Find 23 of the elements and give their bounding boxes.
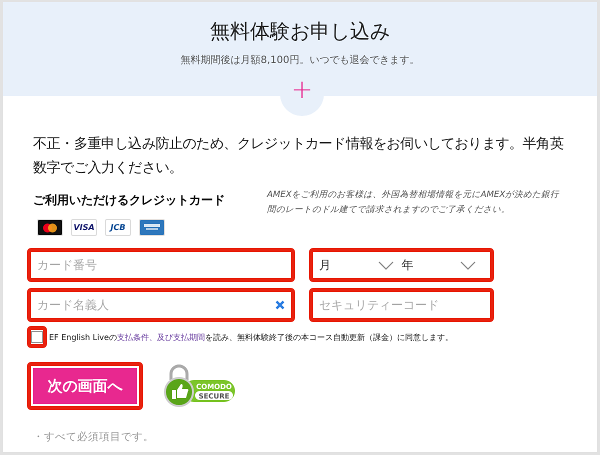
text-field[interactable]: カード番号	[27, 248, 295, 282]
intro-text: 不正・多重申し込み防止のため、クレジットカード情報をお伺いしております。半角英数字でご入力ください。	[33, 135, 564, 178]
cards-heading: ご利用いただけるクレジットカード	[33, 192, 225, 209]
amex-note: AMEXをご利用のお客様は、外国為替相場情報を元にAMEXが決めた銀行間のレートのドル建てで請求されますのでご了承ください。	[267, 188, 560, 217]
clear-icon[interactable]	[275, 300, 285, 310]
text-field[interactable]: セキュリティーコード	[309, 288, 494, 322]
jcb-logo: JCB	[105, 219, 131, 236]
subtitle: 無料期間後は月額8,100円。いつでも退会できます。	[180, 54, 420, 67]
text-field[interactable]: カード名義人	[27, 288, 295, 322]
expiry-field[interactable]: 月 年	[309, 248, 494, 282]
visa-logo: VISA	[71, 219, 97, 236]
chevron-icon	[378, 260, 394, 270]
mastercard-logo	[37, 219, 63, 236]
year-select[interactable]: 年	[402, 256, 414, 274]
chevron-icon	[460, 260, 476, 270]
amex-logo	[139, 219, 165, 236]
required-note: ・すべて必須項目です。	[33, 430, 155, 444]
consent-text: EF English Liveの支払条件、及び支払期間を読み、無料体験終了後の本コース自動更新（課金）に同意します。	[49, 332, 453, 342]
page-title: 無料体験お申し込み	[210, 18, 390, 45]
month-select[interactable]: 月	[319, 256, 331, 274]
terms-link[interactable]: 支払条件、及び支払期間	[116, 332, 205, 342]
checkbox[interactable]	[27, 326, 47, 348]
next-button[interactable]: 次の画面へ	[27, 362, 143, 410]
